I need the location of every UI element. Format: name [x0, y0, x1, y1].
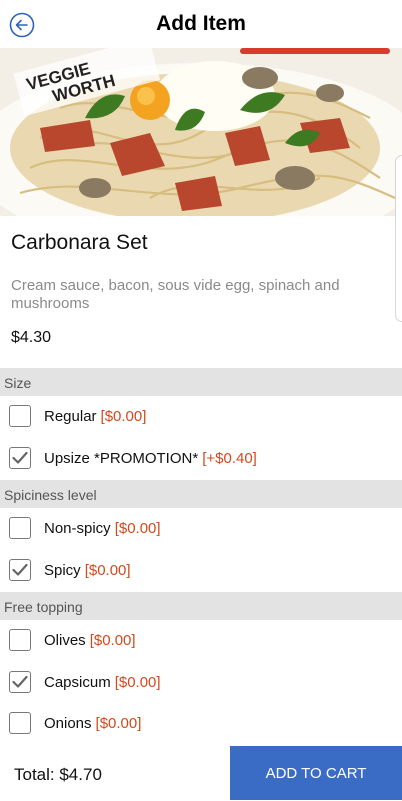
option-price: [$0.00]	[100, 408, 147, 425]
total-price: Total: $4.70	[14, 765, 102, 784]
checkbox-checked[interactable]	[9, 447, 31, 469]
option-capsicum[interactable]: Capsicum [$0.00]	[0, 663, 402, 703]
checkbox[interactable]	[9, 405, 31, 427]
option-spicy[interactable]: Spicy [$0.00]	[0, 551, 402, 591]
option-non-spicy[interactable]: Non-spicy [$0.00]	[0, 509, 402, 549]
option-price: [$0.00]	[114, 520, 161, 537]
option-price: [+$0.40]	[202, 450, 257, 467]
top-bar: Add Item	[0, 0, 402, 50]
option-upsize[interactable]: Upsize *PROMOTION* [+$0.40]	[0, 439, 402, 479]
product-price: $4.30	[11, 329, 52, 346]
section-header-spiciness: Spiciness level	[0, 480, 402, 508]
checkmark-icon	[12, 563, 28, 576]
option-regular[interactable]: Regular [$0.00]	[0, 397, 402, 437]
checkbox[interactable]	[9, 712, 31, 734]
option-price: [$0.00]	[89, 632, 136, 649]
option-label: Onions [$0.00]	[44, 715, 142, 732]
option-label: Capsicum [$0.00]	[44, 674, 161, 691]
option-price: [$0.00]	[114, 674, 161, 691]
section-title: Free topping	[4, 599, 83, 615]
section-header-size: Size	[0, 368, 402, 396]
option-label: Non-spicy [$0.00]	[44, 520, 161, 537]
option-label: Regular [$0.00]	[44, 408, 147, 425]
option-label: Spicy [$0.00]	[44, 562, 131, 579]
checkbox[interactable]	[9, 629, 31, 651]
checkmark-icon	[12, 675, 28, 688]
product-image: VEGGIE WORTH	[0, 48, 402, 216]
option-onions[interactable]: Onions [$0.00]	[0, 704, 402, 744]
product-name: Carbonara Set	[11, 231, 148, 254]
checkmark-icon	[12, 451, 28, 464]
option-price: [$0.00]	[84, 562, 131, 579]
option-label: Olives [$0.00]	[44, 632, 136, 649]
product-description: Cream sauce, bacon, sous vide egg, spina…	[11, 277, 340, 312]
section-title: Size	[4, 375, 32, 391]
option-price: [$0.00]	[95, 715, 142, 732]
checkbox[interactable]	[9, 517, 31, 539]
section-title: Spiciness level	[4, 487, 97, 503]
add-to-cart-button[interactable]: ADD TO CART	[230, 746, 402, 800]
section-header-free-topping: Free topping	[0, 592, 402, 620]
option-olives[interactable]: Olives [$0.00]	[0, 621, 402, 661]
footer-bar: Total: $4.70 ADD TO CART	[0, 746, 402, 800]
checkbox-checked[interactable]	[9, 559, 31, 581]
side-drawer-handle[interactable]	[395, 155, 402, 322]
page-title: Add Item	[156, 12, 246, 35]
checkbox-checked[interactable]	[9, 671, 31, 693]
option-label: Upsize *PROMOTION* [+$0.40]	[44, 450, 257, 467]
